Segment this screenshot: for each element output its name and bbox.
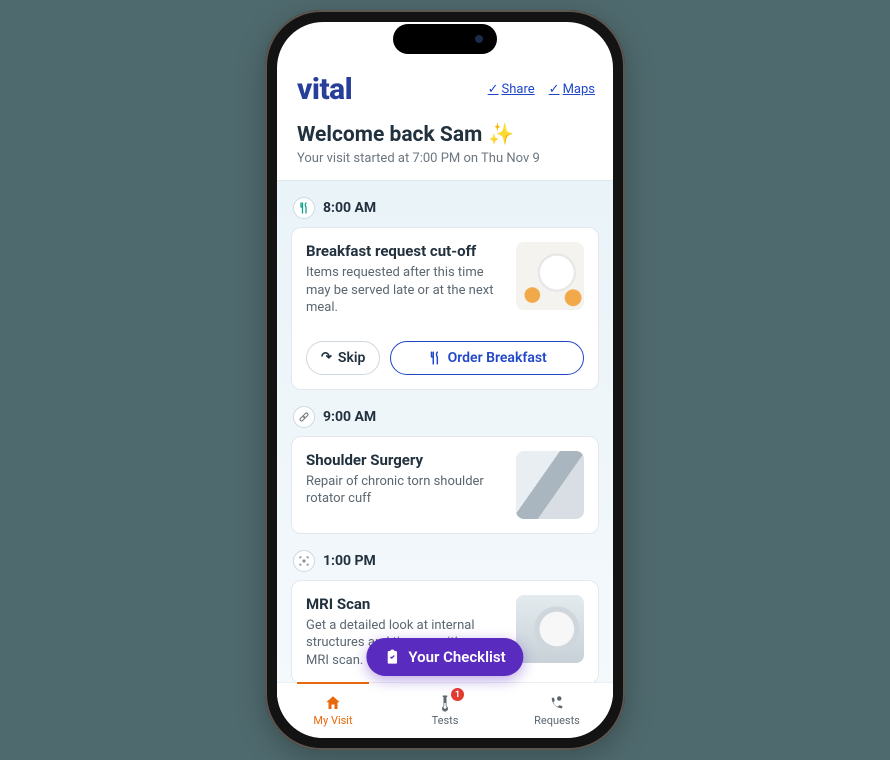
- page-title: Welcome back Sam ✨: [297, 123, 593, 147]
- scan-icon: [293, 550, 315, 572]
- maps-link-label: Maps: [563, 82, 595, 97]
- clipboard-check-icon: [384, 649, 400, 665]
- your-checklist-button[interactable]: Your Checklist: [366, 638, 523, 676]
- tab-requests[interactable]: Requests: [501, 683, 613, 738]
- brand-logo: vital: [297, 72, 352, 107]
- hero: Welcome back Sam ✨ Your visit started at…: [277, 113, 613, 180]
- timeline-card-breakfast[interactable]: Breakfast request cut-off Items requeste…: [291, 227, 599, 390]
- tab-my-visit[interactable]: My Visit: [277, 683, 389, 738]
- card-title: MRI Scan: [306, 595, 504, 613]
- skip-button[interactable]: ↷ Skip: [306, 341, 380, 375]
- time-header: 8:00 AM: [293, 197, 597, 219]
- sparkle-icon: ✨: [488, 123, 514, 147]
- utensils-icon: [293, 197, 315, 219]
- time-header: 1:00 PM: [293, 550, 597, 572]
- app-content: vital ✓ Share ✓ Maps Welcome back Sam ✨: [277, 22, 613, 738]
- breakfast-image: [516, 242, 584, 310]
- timeline-feed[interactable]: 8:00 AM Breakfast request cut-off Items …: [277, 180, 613, 700]
- card-title: Breakfast request cut-off: [306, 242, 504, 260]
- phone-person-icon: [548, 694, 566, 712]
- welcome-text: Welcome back Sam: [297, 123, 482, 147]
- phone-frame: vital ✓ Share ✓ Maps Welcome back Sam ✨: [265, 10, 625, 750]
- timeline-card-surgery[interactable]: Shoulder Surgery Repair of chronic torn …: [291, 436, 599, 534]
- top-links: ✓ Share ✓ Maps: [488, 82, 595, 97]
- share-link-label: Share: [502, 82, 535, 97]
- dynamic-island: [393, 24, 497, 54]
- fab-label: Your Checklist: [408, 648, 505, 666]
- home-icon: [324, 694, 342, 712]
- mri-image: [516, 595, 584, 663]
- card-title: Shoulder Surgery: [306, 451, 504, 469]
- surgery-image: [516, 451, 584, 519]
- check-icon: ✓: [549, 82, 560, 97]
- utensils-icon: [428, 351, 442, 365]
- tab-label: My Visit: [313, 714, 352, 727]
- skip-arrow-icon: ↷: [321, 350, 332, 365]
- tests-badge: 1: [451, 688, 464, 701]
- time-label: 8:00 AM: [323, 200, 376, 216]
- tab-label: Requests: [534, 714, 580, 727]
- time-label: 9:00 AM: [323, 409, 376, 425]
- card-body: Repair of chronic torn shoulder rotator …: [306, 473, 504, 508]
- card-body: Items requested after this time may be s…: [306, 264, 504, 317]
- bandage-icon: [293, 406, 315, 428]
- order-label: Order Breakfast: [448, 350, 547, 366]
- tab-tests[interactable]: 1 Tests: [389, 683, 501, 738]
- screen: vital ✓ Share ✓ Maps Welcome back Sam ✨: [277, 22, 613, 738]
- time-label: 1:00 PM: [323, 553, 376, 569]
- bottom-tab-bar: My Visit 1 Tests Requests: [277, 682, 613, 738]
- tab-label: Tests: [432, 714, 459, 727]
- check-icon: ✓: [488, 82, 499, 97]
- order-breakfast-button[interactable]: Order Breakfast: [390, 341, 584, 375]
- maps-link[interactable]: ✓ Maps: [549, 82, 595, 97]
- share-link[interactable]: ✓ Share: [488, 82, 535, 97]
- time-header: 9:00 AM: [293, 406, 597, 428]
- visit-subtitle: Your visit started at 7:00 PM on Thu Nov…: [297, 151, 593, 166]
- skip-label: Skip: [338, 350, 365, 366]
